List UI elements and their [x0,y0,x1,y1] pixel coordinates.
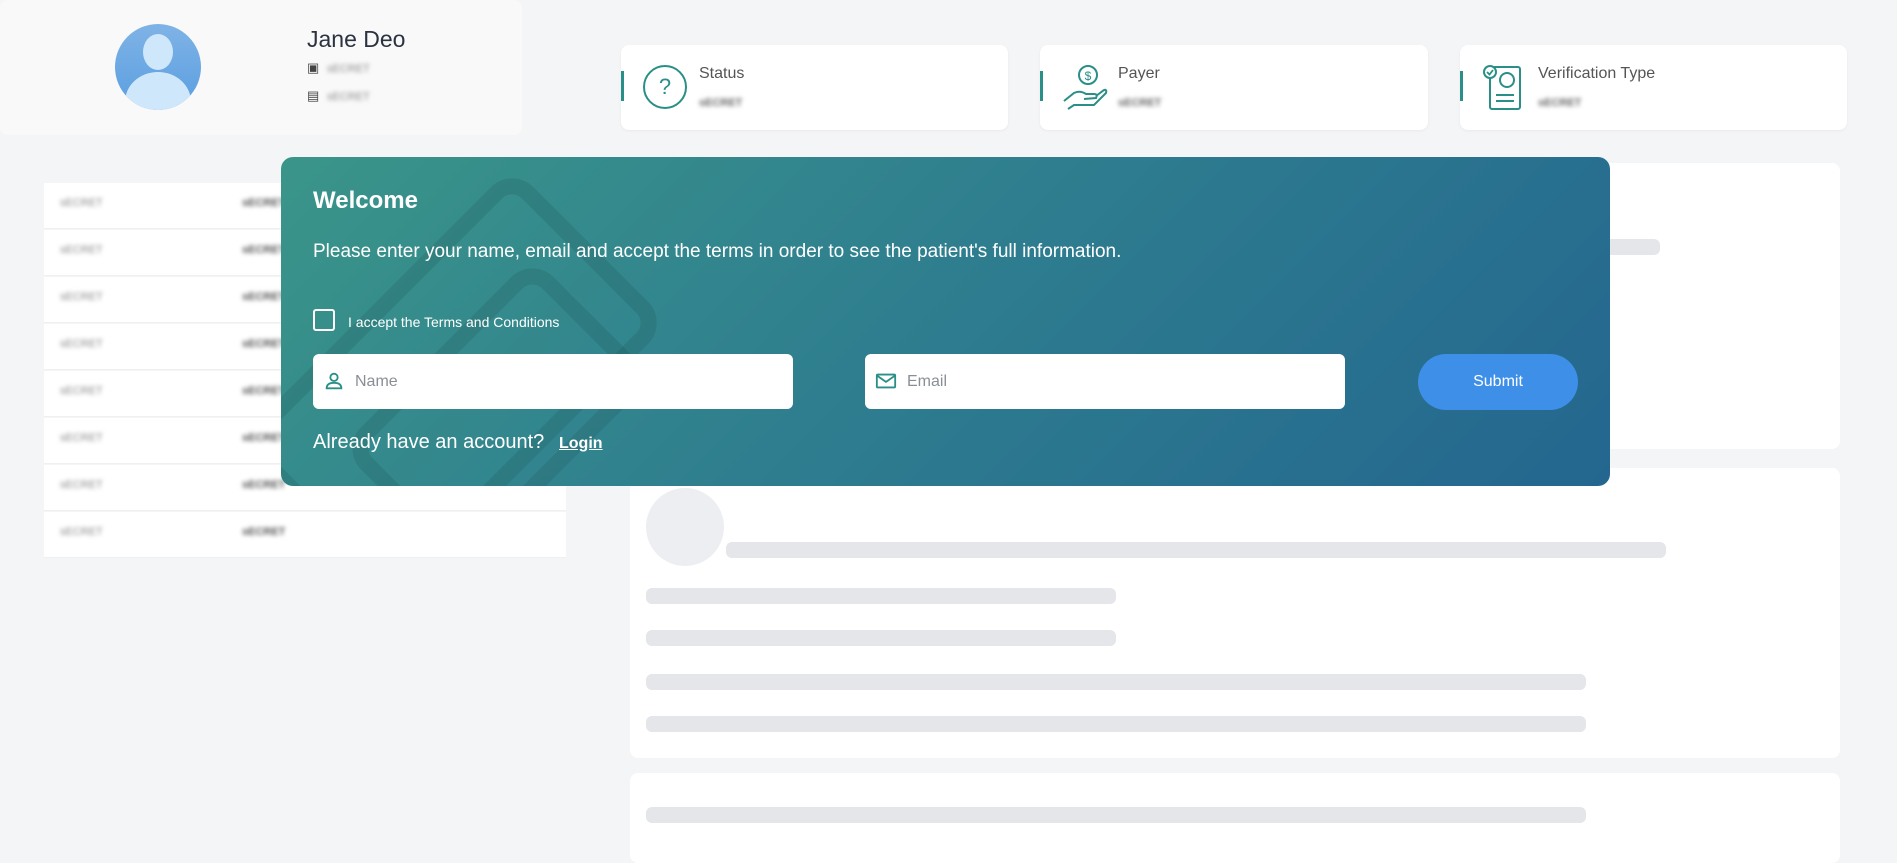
verification-title: Verification Type [1538,65,1656,82]
terms-label: I accept the Terms and Conditions [348,314,560,330]
submit-button[interactable]: Submit [1418,354,1578,410]
row-key: sECRET [60,432,103,444]
row-value: sECRET [242,479,286,491]
hand-dollar-icon: $ [1063,65,1108,110]
profile-card: Jane Deo ▣ sECRET ▤ sECRET [0,0,522,135]
placeholder-bar [726,542,1666,558]
row-value: sECRET [242,432,286,444]
name-field[interactable] [313,354,793,409]
modal-title: Welcome [313,187,418,214]
row-value: sECRET [242,244,286,256]
verification-value: sECRET [1538,97,1582,109]
welcome-modal: Welcome Please enter your name, email an… [281,157,1610,486]
login-link[interactable]: Login [559,435,603,453]
row-key: sECRET [60,338,103,350]
table-row: sECRET sECRET [44,512,566,558]
row-key: sECRET [60,479,103,491]
avatar-placeholder [646,488,724,566]
svg-text:?: ? [659,74,671,99]
email-field[interactable] [865,354,1345,409]
calendar-icon: ▤ [307,88,320,103]
patient-panel [630,468,1840,758]
profile-line-2: ▤ sECRET [307,88,370,103]
profile-line-1: ▣ sECRET [307,60,370,75]
terms-checkbox[interactable] [313,309,335,331]
verification-card: Verification Type sECRET [1460,45,1847,130]
modal-subtitle: Please enter your name, email and accept… [313,241,1122,262]
mail-icon [875,373,897,389]
account-prompt: Already have an account? [313,431,545,453]
card-accent [1460,71,1463,101]
svg-text:$: $ [1085,69,1092,83]
row-value: sECRET [242,338,286,350]
row-key: sECRET [60,291,103,303]
placeholder-bar [646,630,1116,646]
row-key: sECRET [60,197,103,209]
row-value: sECRET [242,291,286,303]
question-circle-icon: ? [643,65,687,109]
extra-panel [630,773,1840,863]
row-key: sECRET [60,244,103,256]
row-value: sECRET [242,526,286,538]
user-icon [325,372,343,390]
email-input[interactable] [905,364,1329,400]
status-title: Status [699,65,745,82]
placeholder-bar [646,716,1586,732]
name-input[interactable] [353,364,777,400]
payer-title: Payer [1118,65,1160,82]
payer-card: $ Payer sECRET [1040,45,1428,130]
payer-value: sECRET [1118,97,1162,109]
row-value: sECRET [242,197,286,209]
placeholder-bar [646,588,1116,604]
status-value: sECRET [699,97,743,109]
card-accent [1040,71,1043,101]
robot-icon: ▣ [307,60,320,75]
row-key: sECRET [60,385,103,397]
avatar [115,24,201,110]
row-value: sECRET [242,385,286,397]
placeholder-bar [646,674,1586,690]
patient-name: Jane Deo [307,26,406,52]
card-accent [621,71,624,101]
verified-document-icon [1483,65,1521,110]
placeholder-bar [646,807,1586,823]
status-card: ? Status sECRET [621,45,1008,130]
row-key: sECRET [60,526,103,538]
